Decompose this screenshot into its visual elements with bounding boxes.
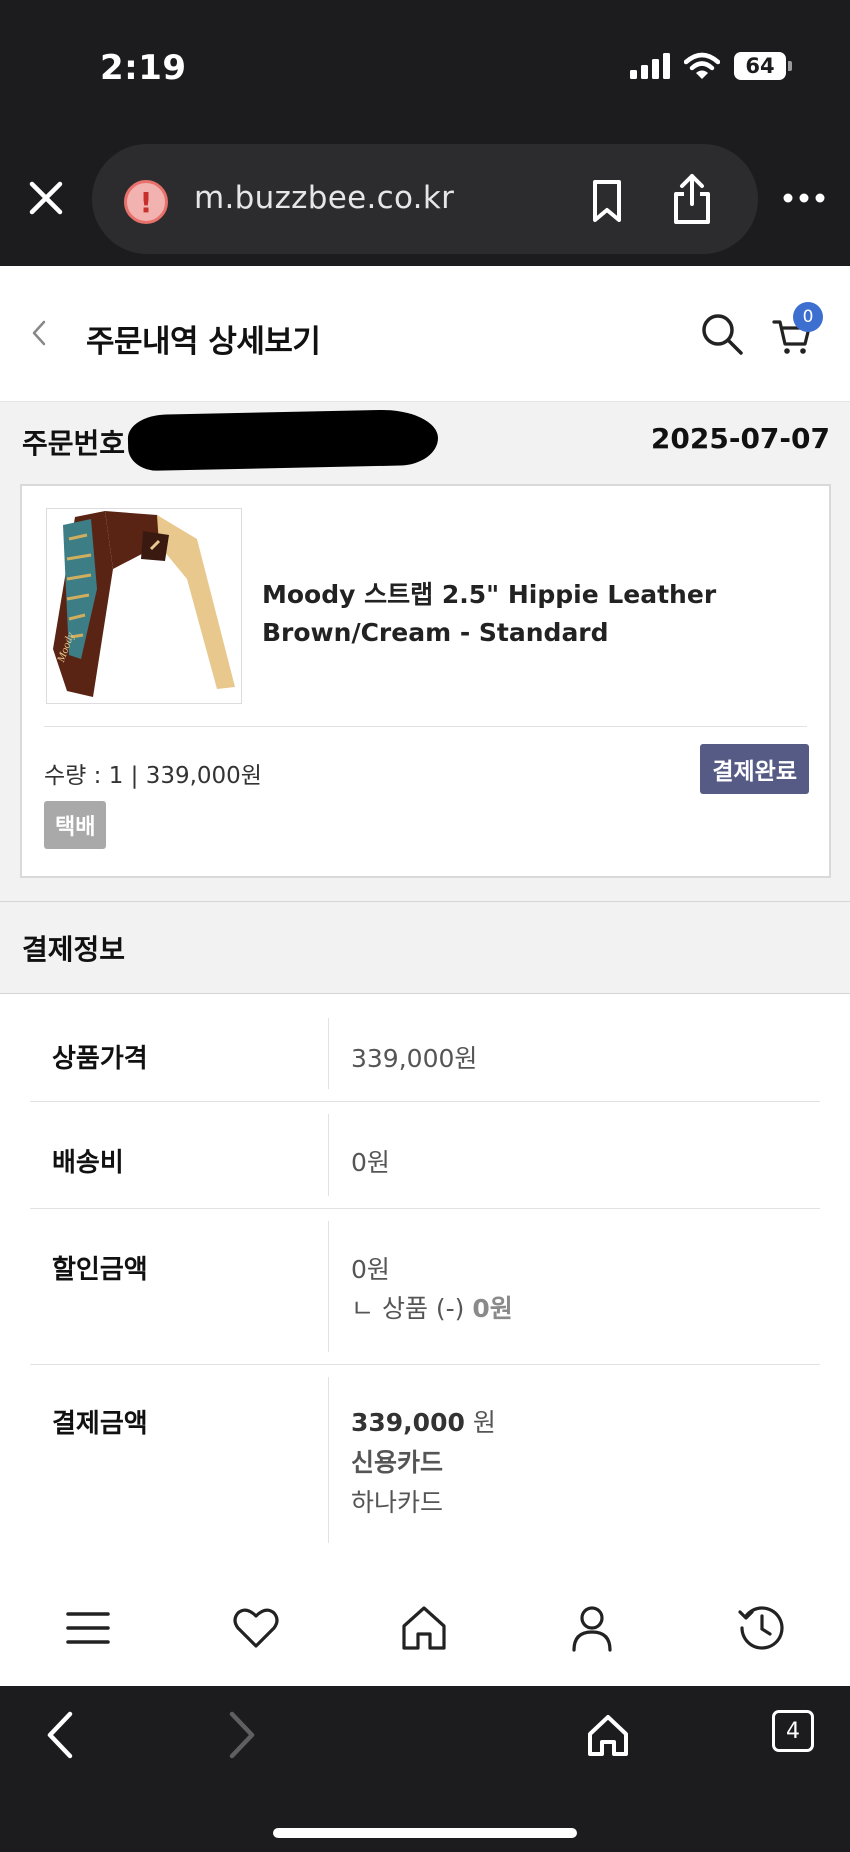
card-divider	[44, 726, 807, 727]
payment-row-total: 결제금액 339,000 원 신용카드 하나카드	[30, 1365, 820, 1555]
order-item-card[interactable]: Moody Moody 스트랩 2.5" Hippie Leather Brow…	[20, 484, 831, 878]
payment-row-discount: 할인금액 0원 ㄴ 상품 (-) 0원	[30, 1209, 820, 1365]
payment-label: 결제금액	[52, 1409, 148, 1439]
url-text[interactable]: m.buzzbee.co.kr	[194, 180, 454, 216]
row-divider	[328, 1377, 329, 1543]
heart-icon[interactable]	[230, 1602, 282, 1654]
order-date: 2025-07-07	[650, 422, 830, 455]
quantity-price: 수량 : 1 | 339,000원	[44, 763, 262, 789]
browser-bar: ! m.buzzbee.co.kr	[0, 140, 850, 266]
menu-icon[interactable]	[62, 1602, 114, 1654]
warning-icon[interactable]: !	[124, 180, 168, 224]
product-thumbnail[interactable]: Moody	[46, 508, 242, 704]
payment-card: 하나카드	[351, 1488, 444, 1517]
redacted-order-number	[127, 408, 439, 472]
cart-count-badge: 0	[793, 302, 823, 332]
payment-value: 0원	[351, 1148, 390, 1177]
payment-section-header: 결제정보	[0, 902, 850, 994]
web-page: 주문내역 상세보기 0 주문번호 2025-07-07 Moody Moody …	[0, 266, 850, 1686]
payment-value: 339,000원	[351, 1044, 478, 1073]
wifi-icon	[684, 52, 720, 79]
delivery-type-badge: 택배	[44, 801, 107, 849]
home-icon[interactable]	[586, 1712, 630, 1758]
signal-icon	[630, 53, 670, 79]
forward-icon[interactable]	[226, 1710, 258, 1760]
site-bottom-nav	[0, 1580, 850, 1686]
payment-method: 신용카드	[351, 1448, 444, 1477]
row-divider	[328, 1018, 329, 1089]
payment-label: 할인금액	[52, 1255, 148, 1285]
browser-toolbar: 4	[0, 1686, 850, 1852]
row-divider	[328, 1221, 329, 1352]
payment-row-product-price: 상품가격 339,000원	[30, 1006, 820, 1102]
order-section: 주문번호 2025-07-07 Moody Moody 스트랩 2.5" Hip…	[0, 402, 850, 902]
payment-value: 0원	[351, 1255, 390, 1284]
back-icon[interactable]	[44, 1710, 76, 1760]
payment-table: 상품가격 339,000원 배송비 0원 할인금액 0원 ㄴ 상품 (-) 0원…	[30, 1006, 820, 1555]
more-icon[interactable]	[780, 190, 828, 206]
product-name[interactable]: Moody 스트랩 2.5" Hippie Leather Brown/Crea…	[262, 576, 802, 652]
user-icon[interactable]	[566, 1602, 618, 1654]
share-icon[interactable]	[670, 172, 714, 226]
total-amount: 339,000 원	[351, 1403, 496, 1439]
order-status-badge: 결제완료	[700, 744, 809, 794]
back-icon[interactable]	[28, 316, 50, 350]
home-indicator[interactable]	[273, 1828, 577, 1838]
battery-icon: 64	[734, 52, 792, 80]
discount-detail-label: ㄴ 상품 (-)	[351, 1294, 465, 1323]
order-number-label: 주문번호	[22, 427, 126, 460]
total-amount-value: 339,000	[351, 1408, 465, 1437]
address-bar[interactable]: ! m.buzzbee.co.kr	[92, 144, 758, 254]
history-icon[interactable]	[736, 1602, 788, 1654]
page-header: 주문내역 상세보기 0	[0, 266, 850, 402]
close-icon[interactable]	[26, 178, 66, 218]
search-icon[interactable]	[700, 312, 744, 356]
discount-detail-value: 0원	[472, 1294, 513, 1323]
payment-label: 배송비	[52, 1148, 124, 1178]
tabs-icon[interactable]: 4	[772, 1710, 814, 1752]
guitar-strap-image: Moody	[53, 511, 235, 697]
total-amount-unit: 원	[472, 1408, 496, 1437]
page-title: 주문내역 상세보기	[86, 324, 321, 360]
status-icons: 64	[630, 52, 792, 80]
payment-title: 결제정보	[22, 933, 126, 966]
payment-label: 상품가격	[52, 1044, 148, 1074]
status-bar: 2:19 64	[0, 0, 850, 140]
row-divider	[328, 1114, 329, 1196]
bookmark-icon[interactable]	[587, 178, 627, 224]
home-icon[interactable]	[398, 1602, 450, 1654]
payment-row-shipping: 배송비 0원	[30, 1102, 820, 1209]
status-time: 2:19	[100, 48, 187, 88]
discount-detail: ㄴ 상품 (-) 0원	[351, 1289, 513, 1325]
